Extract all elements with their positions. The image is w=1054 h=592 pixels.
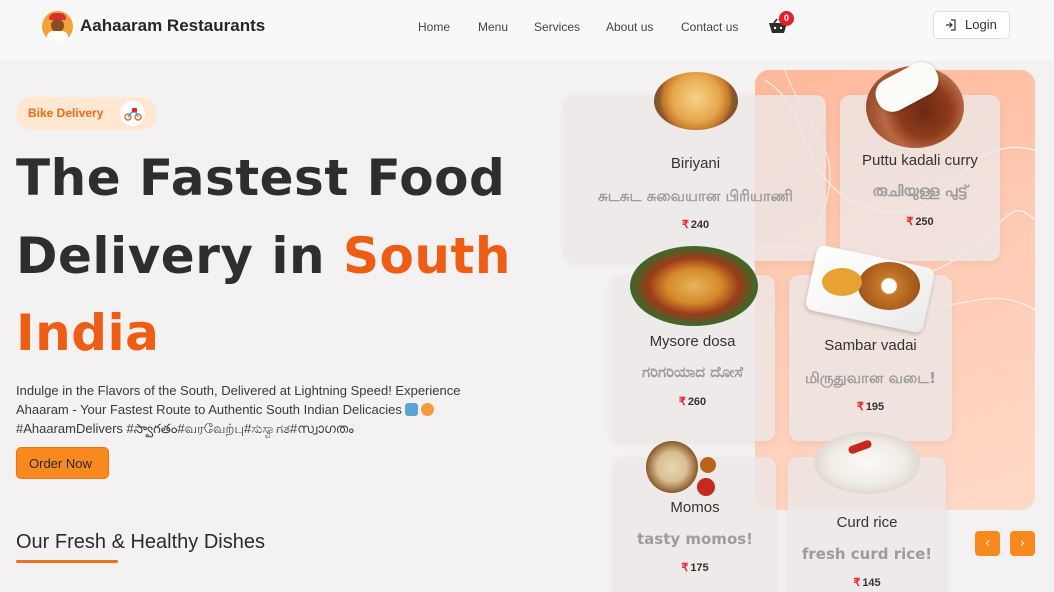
nav-home[interactable]: Home [418,20,450,34]
dish-local-name: மிருதுவான வடை! [805,369,936,387]
nav-about-us[interactable]: About us [606,20,653,34]
bike-delivery-badge: Bike Delivery [16,97,157,130]
carousel-prev-button[interactable]: ‹ [975,531,1000,556]
dish-name: Biriyani [670,155,721,172]
headline-highlight-south: South [343,227,511,285]
section-title-underline [16,560,118,563]
scooter-icon [120,101,145,126]
biriyani-image [654,72,738,130]
dish-name: Mysore dosa [649,333,736,350]
nav-menu[interactable]: Menu [478,20,508,34]
order-now-label: Order Now [29,456,92,471]
description-line-1: Indulge in the Flavors of the South, Del… [16,383,461,398]
momos-image [646,441,698,493]
dish-local-name: ಗರಿಗರಿಯಾದ ದೋಸೆ [641,363,744,381]
dish-name: Sambar vadai [824,337,917,354]
dish-price: ₹260 [678,396,707,408]
bike-delivery-label: Bike Delivery [28,106,104,120]
headline-line-1: The Fastest Food [16,149,506,207]
headline-highlight-india: India [16,304,160,362]
login-button[interactable]: Login [933,11,1010,39]
nav-contact-us[interactable]: Contact us [681,20,738,34]
chef-logo-icon[interactable] [42,11,73,42]
site-header: Aahaaram Restaurants Home Menu Services … [0,0,1054,62]
dosa-thali-image [630,246,758,326]
dish-price: ₹175 [681,562,709,574]
carousel-next-button[interactable]: › [1010,531,1035,556]
order-now-button[interactable]: Order Now [16,447,109,479]
description-line-2-wrap: Ahaaram - Your Fastest Route to Authenti… [16,400,516,419]
sauce-bowl-image [700,457,716,473]
dish-price: ₹195 [856,401,885,413]
dish-local-name: tasty momos! [636,530,754,548]
dish-price: ₹240 [681,219,710,231]
sambar-bowl-image [822,268,862,296]
headline-line-2-text: Delivery in [16,227,343,285]
cart-count-badge: 0 [779,11,794,26]
dish-name: Curd rice [836,514,898,531]
section-title: Our Fresh & Healthy Dishes [16,531,265,553]
description-line-3: #AhaaramDelivers #స్వాగతం#வரவேற்பு#ಸುಸ್ವ… [16,421,354,436]
description-line-2: Ahaaram - Your Fastest Route to Authenti… [16,402,402,417]
hero-description: Indulge in the Flavors of the South, Del… [16,381,516,438]
login-label: Login [965,17,997,32]
brand-name[interactable]: Aahaaram Restaurants [80,16,265,36]
chutney-bowl-image [697,478,715,496]
dish-local-name: fresh curd rice! [801,545,933,563]
nav-services[interactable]: Services [534,20,580,34]
login-icon [946,19,956,31]
headline-line-2: Delivery in South [16,227,511,285]
dish-name: Momos [670,499,720,516]
food-emoji-icon [420,403,434,416]
dish-local-name: രുചിയുള്ള പുട്ട് [872,182,968,200]
dish-price: ₹250 [906,216,934,228]
dish-name: Puttu kadali curry [862,152,978,169]
dish-local-name: சுடசுட சுவையான பிரியாணி [598,187,793,205]
dish-price: ₹145 [853,577,881,589]
rocket-emoji-icon [404,403,418,416]
vadai-image [858,262,920,310]
